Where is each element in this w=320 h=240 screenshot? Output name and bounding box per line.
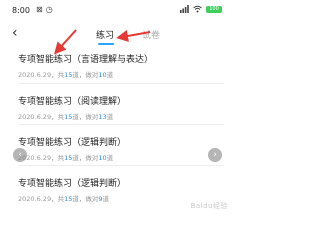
tab-exam[interactable]: 试卷	[142, 28, 160, 41]
item-title: 专项智能练习（逻辑判断）	[18, 138, 127, 148]
next-image-button[interactable]: ›	[208, 148, 222, 162]
status-time: 8:00	[12, 6, 30, 15]
status-bar: 8:00 ⊠ ◷ 100	[0, 0, 234, 22]
tab-practice[interactable]: 练习	[96, 28, 114, 41]
list-item[interactable]: 专项智能练习（逻辑判断） 2020.6.29，共15道，做对9道	[18, 176, 228, 203]
status-right: 100	[180, 5, 222, 13]
list-item[interactable]: 专项智能练习（阅读理解） 2020.6.29，共15道，做对13道	[18, 94, 228, 121]
battery-icon: 100	[206, 5, 222, 13]
active-tab-indicator	[98, 43, 114, 45]
alarm-icon: ◷	[45, 5, 53, 14]
item-title: 专项智能练习（阅读理解）	[18, 97, 127, 107]
divider	[18, 83, 224, 84]
prev-image-button[interactable]: ‹	[13, 148, 27, 162]
top-nav: ‹ 练习 试卷	[0, 22, 234, 46]
item-meta: 2020.6.29，共15道，做对10道	[18, 71, 114, 79]
list-item[interactable]: 专项智能练习（逻辑判断） 2020.6.29，共15道，做对10道	[18, 135, 228, 162]
wifi-icon	[193, 5, 202, 13]
item-meta: 2020.6.29，共15道，做对10道	[18, 154, 114, 162]
status-icons: ⊠ ◷	[36, 5, 53, 14]
divider	[18, 165, 224, 166]
item-title: 专项智能练习（逻辑判断）	[18, 179, 127, 189]
item-title: 专项智能练习（言语理解与表达）	[18, 55, 154, 65]
list-item[interactable]: 专项智能练习（言语理解与表达） 2020.6.29，共15道，做对10道	[18, 52, 228, 79]
signal-icon	[180, 5, 189, 13]
watermark: Baidu经验	[190, 202, 228, 210]
divider	[18, 124, 224, 125]
notification-icon: ⊠	[36, 5, 43, 14]
back-arrow-icon[interactable]: ‹	[12, 25, 18, 41]
item-meta: 2020.6.29，共15道，做对13道	[18, 113, 114, 121]
